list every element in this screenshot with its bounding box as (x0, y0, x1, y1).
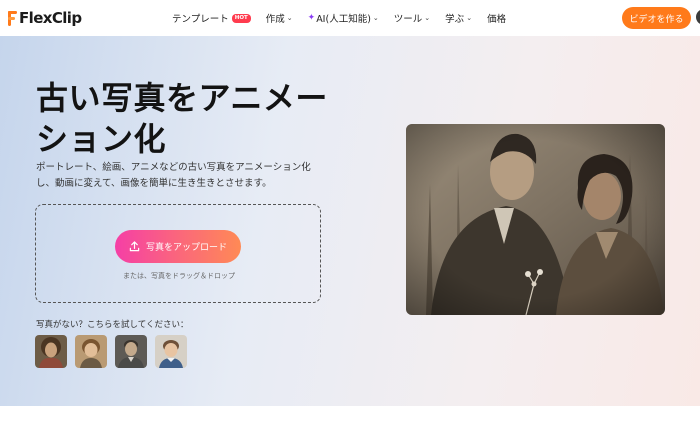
sample-thumbnail-man[interactable] (115, 335, 147, 368)
flexclip-logo-icon (8, 10, 17, 26)
top-header: FlexClip テンプレート HOT 作成 ⌄ ✦ AI(人工知能) ⌄ ツー… (0, 0, 700, 36)
nav-item-ai[interactable]: ✦ AI(人工知能) ⌄ (308, 11, 379, 25)
upload-icon (129, 241, 140, 252)
portrait-child-image (75, 335, 107, 368)
hero-description: ポートレート、絵画、アニメなどの古い写真をアニメーション化し、動画に変えて、画像… (36, 162, 311, 189)
chevron-down-icon: ⌄ (286, 14, 293, 22)
nav-item-label: AI(人工知能) (316, 14, 371, 25)
nav-item-templates[interactable]: テンプレート HOT (172, 11, 251, 25)
sample-thumbnail-child[interactable] (75, 335, 107, 368)
vintage-couple-image (406, 124, 665, 315)
hot-badge: HOT (231, 13, 251, 23)
nav-item-pricing[interactable]: 価格 (487, 11, 506, 25)
main-nav: テンプレート HOT 作成 ⌄ ✦ AI(人工知能) ⌄ ツール ⌄ 学ぶ ⌄ … (172, 11, 521, 25)
drop-hint: または、写真をドラッグ＆ドロップ (123, 272, 235, 280)
nav-item-label: テンプレート (172, 14, 229, 25)
sample-label: 写真がない？こちらを試してください： (36, 320, 189, 330)
avatar[interactable] (696, 9, 700, 25)
chevron-down-icon: ⌄ (466, 14, 473, 22)
nav-item-label: ツール (393, 14, 423, 25)
chevron-down-icon: ⌄ (424, 14, 431, 22)
portrait-man-image (115, 335, 147, 368)
nav-item-learn[interactable]: 学ぶ ⌄ (445, 11, 472, 25)
portrait-boy-image (155, 335, 187, 368)
sample-thumbnail-woman[interactable] (35, 335, 67, 368)
upload-button-label: 写真をアップロード (145, 243, 227, 253)
sample-thumbnail-boy[interactable] (155, 335, 187, 368)
flexclip-logo[interactable]: FlexClip (8, 9, 82, 27)
sparkle-icon: ✦ (307, 13, 316, 23)
make-video-button[interactable]: ビデオを作る (622, 7, 691, 29)
portrait-woman-image (35, 335, 67, 368)
nav-item-label: 価格 (487, 14, 507, 25)
nav-item-label: 学ぶ (445, 14, 465, 25)
chevron-down-icon: ⌄ (372, 14, 379, 22)
sample-thumbnails (35, 335, 187, 368)
nav-item-create[interactable]: 作成 ⌄ (266, 11, 293, 25)
logo-text: FlexClip (19, 9, 82, 27)
footer-strip (0, 406, 700, 439)
nav-item-tools[interactable]: ツール ⌄ (394, 11, 430, 25)
nav-item-label: 作成 (265, 14, 285, 25)
preview-photo (406, 124, 665, 315)
upload-photo-button[interactable]: 写真をアップロード (115, 230, 241, 263)
page-title: 古い写真をアニメーション化 (36, 79, 328, 158)
hero-section: 古い写真をアニメーション化 ポートレート、絵画、アニメなどの古い写真をアニメーシ… (0, 36, 700, 406)
upload-dropzone[interactable]: 写真をアップロード または、写真をドラッグ＆ドロップ (35, 204, 321, 303)
